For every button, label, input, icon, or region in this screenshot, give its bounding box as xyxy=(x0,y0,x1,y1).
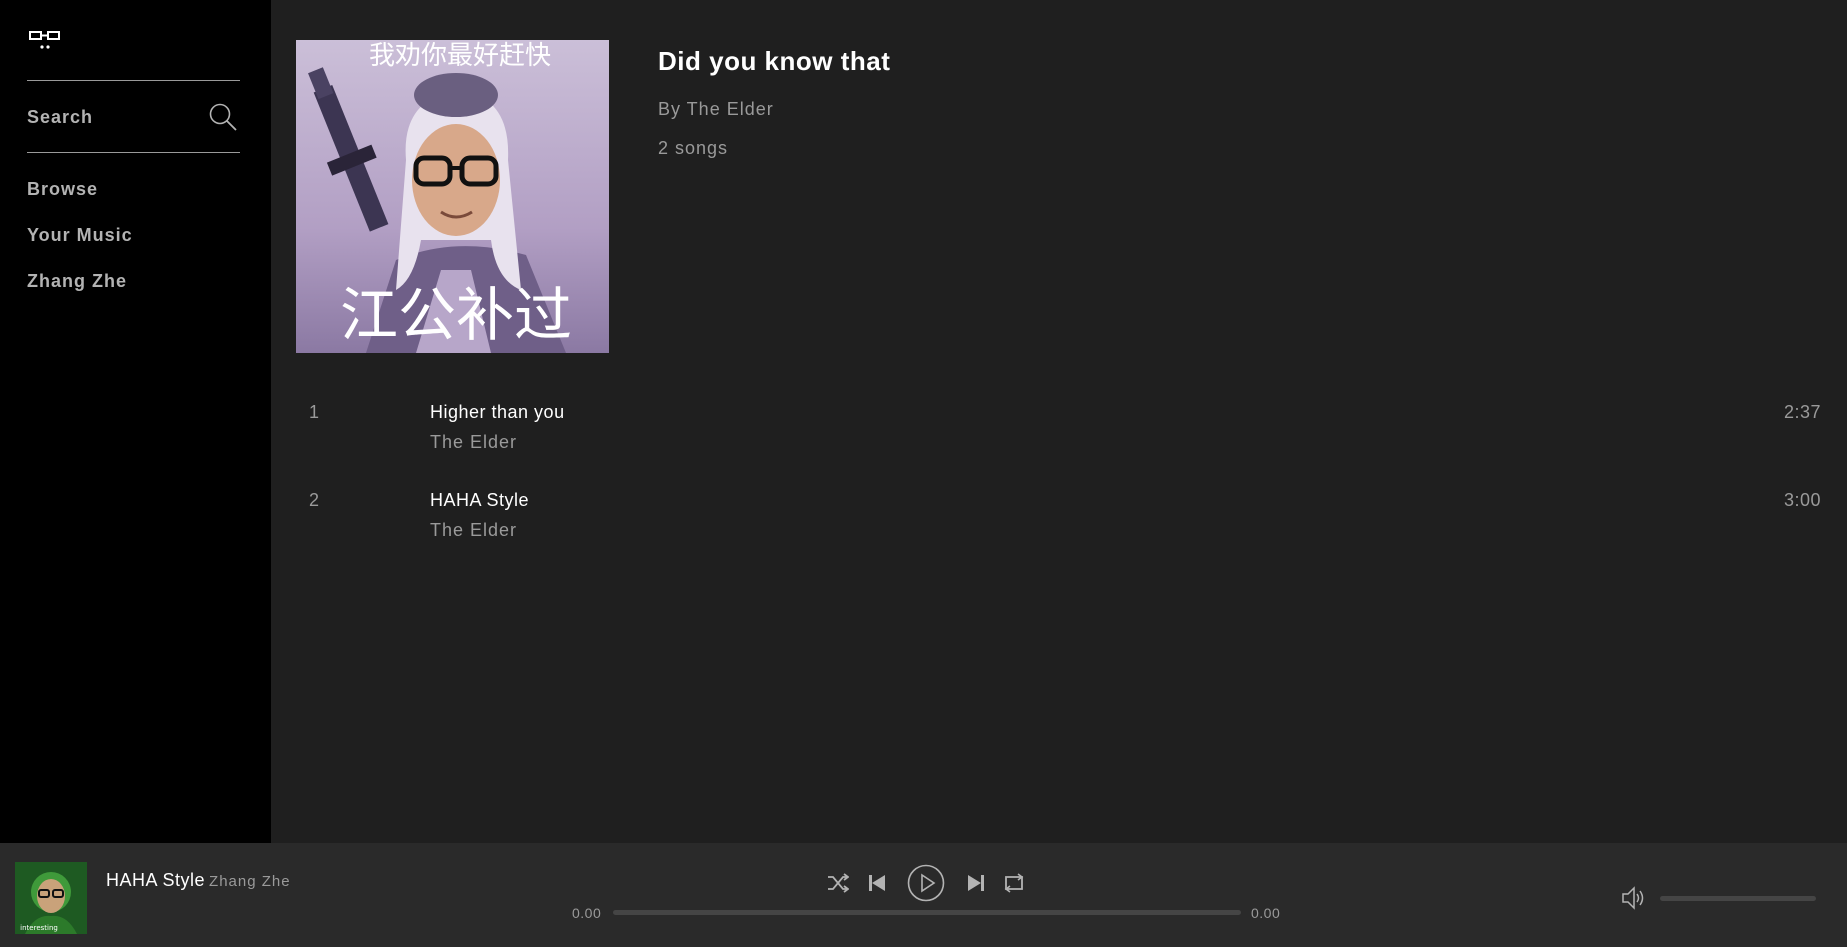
progress-bar[interactable] xyxy=(613,910,1241,915)
cover-caption-top: 我劝你最好赶快 xyxy=(369,41,551,71)
album-artist[interactable]: By The Elder xyxy=(658,99,774,120)
now-playing-art[interactable]: interesting xyxy=(15,862,87,934)
player-bar: interesting HAHA Style Zhang Zhe 0.00 0.… xyxy=(0,843,1847,947)
track-title[interactable]: HAHA Style xyxy=(430,490,529,511)
shuffle-icon[interactable] xyxy=(827,872,849,894)
sidebar-item-profile[interactable]: Zhang Zhe xyxy=(27,270,133,316)
track-artist[interactable]: The Elder xyxy=(430,520,517,541)
track-number: 1 xyxy=(309,402,320,422)
track-list: 1 Higher than you The Elder 2:37 2 HAHA … xyxy=(271,396,1847,572)
now-playing-title[interactable]: HAHA Style xyxy=(106,870,205,890)
now-playing-artist[interactable]: Zhang Zhe xyxy=(209,873,291,890)
track-artist[interactable]: The Elder xyxy=(430,432,517,453)
time-elapsed: 0.00 xyxy=(572,905,602,921)
now-playing-art-caption: interesting xyxy=(20,924,58,932)
track-number: 2 xyxy=(309,490,320,510)
search-bar[interactable]: Search xyxy=(27,80,240,153)
playback-controls xyxy=(827,864,1027,905)
previous-icon[interactable] xyxy=(868,874,886,892)
glasses-icon[interactable] xyxy=(28,30,64,54)
sidebar: Search Browse Your Music Zhang Zhe xyxy=(0,0,271,843)
track-duration: 3:00 xyxy=(1783,490,1821,510)
next-icon[interactable] xyxy=(967,874,985,892)
album-cover: 我劝你最好赶快 江公补过 xyxy=(296,40,609,353)
now-playing-info: HAHA Style Zhang Zhe xyxy=(106,870,291,891)
main-content: 我劝你最好赶快 江公补过 Did you know that By The El… xyxy=(271,0,1847,843)
track-duration: 2:37 xyxy=(1783,402,1821,422)
sidebar-nav: Browse Your Music Zhang Zhe xyxy=(27,178,133,316)
search-icon[interactable] xyxy=(208,102,238,132)
volume-slider[interactable] xyxy=(1660,896,1816,901)
track-row[interactable]: 1 Higher than you The Elder 2:37 xyxy=(271,396,1847,484)
sidebar-item-browse[interactable]: Browse xyxy=(27,178,133,224)
album-title: Did you know that xyxy=(658,46,891,76)
volume-icon[interactable] xyxy=(1620,885,1646,911)
cover-caption-bottom: 江公补过 xyxy=(340,281,572,349)
sidebar-item-your-music[interactable]: Your Music xyxy=(27,224,133,270)
time-total: 0.00 xyxy=(1251,905,1281,921)
repeat-icon[interactable] xyxy=(1003,872,1025,894)
track-row[interactable]: 2 HAHA Style The Elder 3:00 xyxy=(271,484,1847,572)
track-title[interactable]: Higher than you xyxy=(430,402,565,423)
album-song-count: 2 songs xyxy=(658,138,729,158)
play-icon[interactable] xyxy=(907,864,945,902)
search-label[interactable]: Search xyxy=(27,107,93,128)
